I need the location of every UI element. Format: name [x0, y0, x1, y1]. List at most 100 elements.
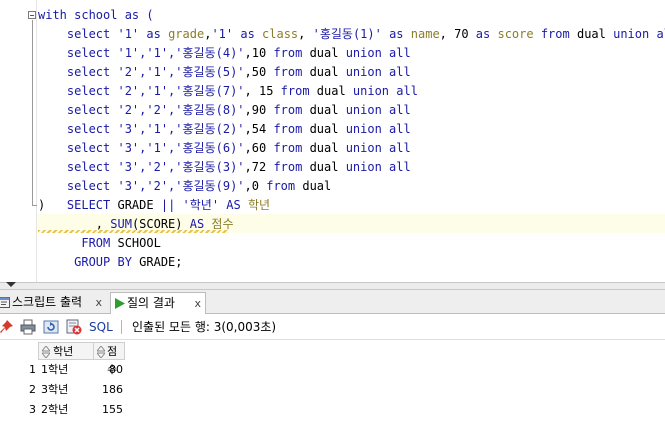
table-row[interactable]: 3 2학년 155 [0, 400, 130, 420]
code-token: ,50 [244, 65, 274, 79]
code-token: dual [309, 122, 346, 136]
code-line[interactable]: select '1' as grade,'1' as class, '홍길동(1… [38, 25, 665, 44]
code-line[interactable]: select '1','1','홍길동(4)',10 from dual uni… [38, 44, 411, 63]
tab-query-result[interactable]: 질의 결과 x [110, 292, 206, 314]
code-token: dual [309, 46, 346, 60]
code-token: from [273, 46, 310, 60]
cell-grade[interactable]: 1학년 [41, 360, 68, 380]
cell-grade[interactable]: 2학년 [41, 400, 68, 420]
cell-score[interactable]: 186 [94, 380, 123, 400]
code-token: as [381, 27, 411, 41]
fetch-status-text: 인출된 모든 행: 3(0,003초) [132, 320, 277, 334]
code-token: AS [219, 198, 248, 212]
code-token: dual [309, 141, 346, 155]
code-token: 학년 [247, 198, 271, 212]
code-token: SELECT [66, 198, 118, 212]
code-token: union all [345, 46, 411, 60]
code-token: union all [613, 27, 665, 41]
fold-guide-end [32, 205, 37, 206]
code-token: union all [345, 103, 411, 117]
result-grid[interactable]: 학년 점수 1 1학년 80 2 3학년 186 3 2학년 155 [0, 340, 665, 433]
code-token: select [38, 103, 118, 117]
collapse-arrow-icon[interactable] [6, 282, 16, 287]
tab-script-output[interactable]: 스크립트 출력 x [0, 292, 106, 314]
code-token: as [475, 27, 498, 41]
code-token: union all [345, 141, 411, 155]
code-token: ,10 [244, 46, 274, 60]
code-token: select [38, 65, 118, 79]
code-token: '1' [211, 27, 234, 41]
code-token: '2','1','홍길동(5)' [117, 65, 245, 79]
sql-button[interactable]: SQL [89, 318, 113, 336]
run-icon [115, 298, 125, 309]
code-token: from [273, 141, 310, 155]
code-line[interactable]: with school as ( [38, 6, 154, 25]
sort-icon[interactable] [42, 346, 50, 358]
sql-editor[interactable]: with school as ( select '1' as grade, '1'… [0, 0, 665, 282]
code-token: GRADE; [139, 255, 183, 269]
code-line[interactable]: select '3','1','홍길동(6)',60 from dual uni… [38, 139, 411, 158]
code-token: '학년' [182, 198, 220, 212]
code-line[interactable]: select '3','2','홍길동(9)',0 from dual [38, 177, 331, 196]
code-token: grade [168, 27, 205, 41]
code-token: select [38, 141, 118, 155]
pin-icon[interactable] [0, 319, 14, 335]
column-header-score[interactable]: 점수 [93, 342, 125, 376]
code-line[interactable]: select '3','2','홍길동(3)',72 from dual uni… [38, 158, 411, 177]
code-token: '2','1','홍길동(7)' [117, 84, 245, 98]
code-token: ,72 [244, 160, 274, 174]
code-token: , 15 [244, 84, 281, 98]
cell-score[interactable]: 80 [94, 360, 123, 380]
code-token: from [273, 122, 310, 136]
code-token: dual [302, 179, 332, 193]
result-toolbar: SQL 인출된 모든 행: 3(0,003초) [0, 314, 665, 340]
cell-score[interactable]: 155 [94, 400, 123, 420]
table-row[interactable]: 1 1학년 80 [0, 360, 130, 380]
code-token: AS [189, 217, 212, 231]
code-token: dual [309, 65, 346, 79]
code-token: 점수 [211, 217, 234, 231]
code-line[interactable]: GROUP BY GRADE; [38, 253, 183, 272]
code-token: GRADE [117, 198, 161, 212]
code-token: from [273, 160, 310, 174]
code-token: SUM [110, 217, 132, 231]
code-line[interactable]: select '2','1','홍길동(5)',50 from dual uni… [38, 63, 411, 82]
code-token: , [298, 27, 313, 41]
close-icon[interactable]: x [95, 292, 102, 313]
print-icon[interactable] [20, 319, 36, 335]
code-token: , 70 [439, 27, 476, 41]
sort-icon[interactable] [97, 346, 105, 358]
row-number: 2 [29, 383, 36, 396]
code-line[interactable]: select '2','1','홍길동(7)', 15 from dual un… [38, 82, 418, 101]
fold-toggle-icon[interactable] [28, 11, 36, 19]
code-token: as [233, 27, 263, 41]
code-token: select [38, 46, 118, 60]
cancel-fetch-icon[interactable] [66, 319, 82, 335]
code-token: as [139, 27, 169, 41]
cell-grade[interactable]: 3학년 [41, 380, 68, 400]
toolbar-divider [121, 320, 122, 334]
code-line[interactable]: select '2','2','홍길동(8)',90 from dual uni… [38, 101, 411, 120]
code-token: ,90 [244, 103, 274, 117]
row-number: 3 [29, 403, 36, 416]
code-token: ,0 [244, 179, 267, 193]
script-output-icon [0, 297, 10, 308]
code-token: SCHOOL [117, 236, 161, 250]
code-line[interactable]: FROM SCHOOL [38, 234, 161, 253]
refresh-icon[interactable] [43, 319, 59, 335]
code-token: FROM [38, 236, 118, 250]
panel-splitter[interactable] [0, 282, 665, 290]
column-header-label: 학년 [53, 345, 74, 358]
code-line[interactable]: ) SELECT GRADE || '학년' AS 학년 [38, 196, 270, 215]
code-token: , [38, 217, 111, 231]
table-row[interactable]: 2 3학년 186 [0, 380, 130, 400]
code-token: '홍길동(1)' [312, 27, 382, 41]
code-token: union all [345, 122, 411, 136]
close-icon[interactable]: x [194, 293, 201, 314]
code-token: union all [345, 65, 411, 79]
code-line[interactable]: select '3','1','홍길동(2)',54 from dual uni… [38, 120, 411, 139]
code-token: select [38, 27, 118, 41]
column-header-grade[interactable]: 학년 [38, 342, 94, 360]
code-token: '1' [117, 27, 140, 41]
code-token: ,54 [244, 122, 274, 136]
